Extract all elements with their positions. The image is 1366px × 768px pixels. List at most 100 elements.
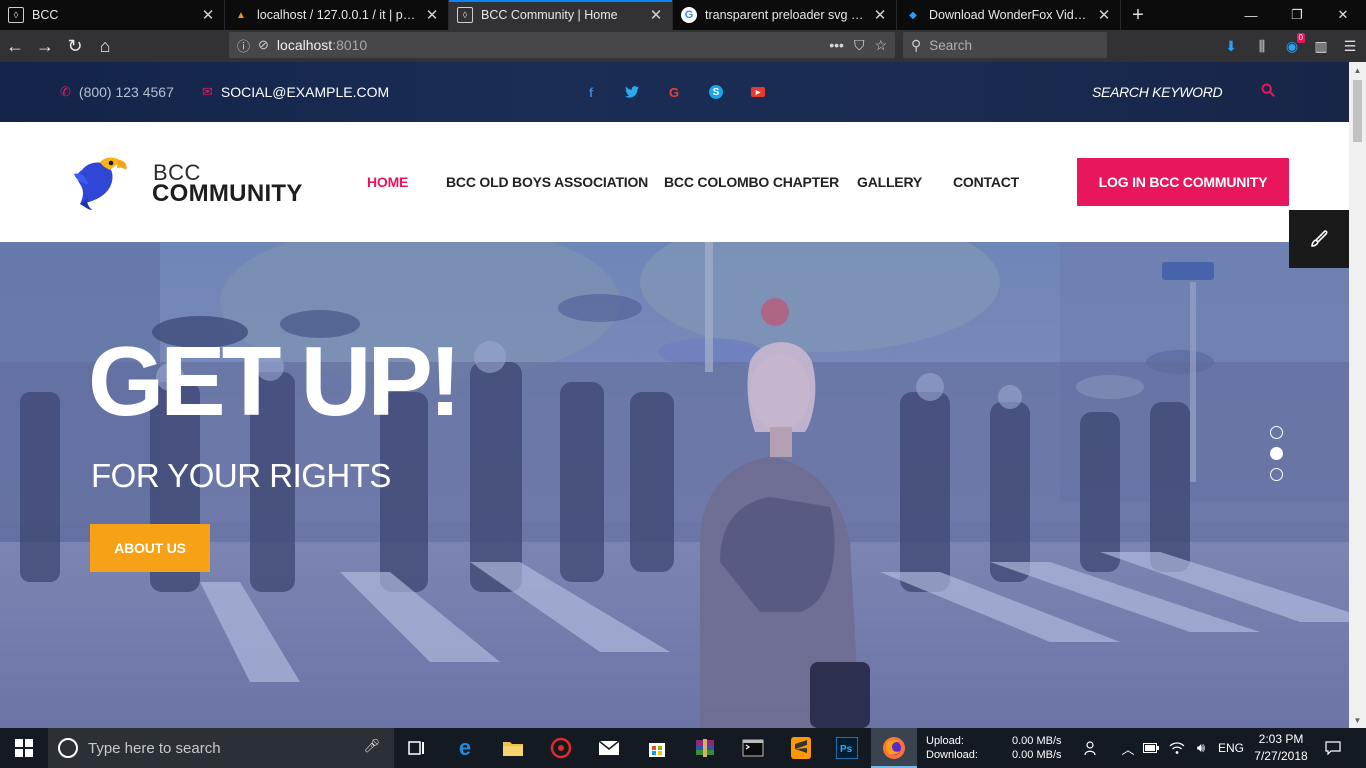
taskbar-search-placeholder: Type here to search xyxy=(88,739,221,757)
nav-colombo-chapter[interactable]: BCC COLOMBO CHAPTER xyxy=(664,122,839,242)
close-tab-icon[interactable]: ✕ xyxy=(1096,6,1112,24)
phone-contact[interactable]: ✆ (800) 123 4567 xyxy=(60,62,174,122)
download-speed: 0.00 MB/s xyxy=(1012,749,1062,761)
action-center-icon[interactable] xyxy=(1320,728,1346,768)
tab-title: BCC Community | Home xyxy=(481,8,618,22)
style-switcher-button[interactable] xyxy=(1289,210,1349,268)
file-explorer-icon[interactable] xyxy=(490,728,536,768)
info-icon[interactable]: ⓘ xyxy=(237,36,250,55)
notification-icon[interactable]: ◉ 0 xyxy=(1278,30,1306,62)
url-host: localhost xyxy=(276,37,333,53)
nav-gallery[interactable]: GALLERY xyxy=(857,122,922,242)
facebook-icon[interactable]: f xyxy=(582,83,600,101)
search-icon: ⚲ xyxy=(911,36,922,53)
scroll-down-arrow-icon[interactable]: ▼ xyxy=(1349,712,1366,728)
close-tab-icon[interactable]: ✕ xyxy=(200,6,216,24)
page-actions-icon[interactable]: ••• xyxy=(829,37,844,53)
browser-tab[interactable]: G transparent preloader svg gif free ✕ xyxy=(673,0,897,30)
minimize-window-button[interactable]: — xyxy=(1228,0,1274,30)
skype-icon[interactable]: S xyxy=(707,83,725,101)
hero-slider: GET UP! FOR YOUR RIGHTS ABOUT US xyxy=(0,242,1349,728)
bookmark-star-icon[interactable]: ☆ xyxy=(874,37,887,54)
clock-time[interactable]: 2:03 PM xyxy=(1253,732,1309,746)
nav-old-boys-association[interactable]: BCC OLD BOYS ASSOCIATION xyxy=(446,122,648,242)
email-contact[interactable]: ✉ SOCIAL@EXAMPLE.COM xyxy=(202,62,389,122)
search-keyword-input[interactable]: SEARCH KEYWORD xyxy=(1092,62,1223,122)
google-plus-icon[interactable]: G xyxy=(665,83,683,101)
back-button[interactable]: ← xyxy=(0,31,30,61)
search-placeholder: Search xyxy=(929,37,973,53)
wonderfox-icon: ◆ xyxy=(909,9,917,21)
twitter-icon[interactable] xyxy=(623,83,641,101)
slider-dot-2[interactable] xyxy=(1270,447,1283,460)
slider-dot-1[interactable] xyxy=(1270,426,1283,439)
forward-button[interactable]: → xyxy=(30,31,60,61)
brand-name-bottom[interactable]: COMMUNITY xyxy=(152,180,303,208)
volume-icon[interactable]: 🔊︎ xyxy=(1190,728,1212,768)
login-button[interactable]: LOG IN BCC COMMUNITY xyxy=(1077,158,1289,206)
cortana-icon xyxy=(58,738,78,758)
browser-tab-active[interactable]: ◊ BCC Community | Home ✕ xyxy=(449,0,673,30)
edge-icon[interactable]: e xyxy=(442,728,488,768)
wifi-icon[interactable] xyxy=(1166,728,1188,768)
firefox-icon[interactable] xyxy=(871,728,917,768)
store-icon[interactable] xyxy=(634,728,680,768)
home-button[interactable]: ⌂ xyxy=(90,31,120,61)
close-window-button[interactable]: ✕ xyxy=(1320,0,1366,30)
menu-icon[interactable]: ☰ xyxy=(1336,30,1364,62)
search-bar[interactable]: ⚲ Search xyxy=(903,32,1107,58)
new-tab-button[interactable]: + xyxy=(1121,0,1155,30)
library-icon[interactable]: ⫼ xyxy=(1248,30,1276,62)
parrot-logo-icon[interactable] xyxy=(70,152,130,212)
restore-window-button[interactable]: ❐ xyxy=(1274,0,1320,30)
download-icon[interactable]: ⬇ xyxy=(1217,30,1245,62)
people-icon[interactable] xyxy=(1080,728,1104,768)
clock-date[interactable]: 7/27/2018 xyxy=(1253,749,1309,763)
windows-logo-icon xyxy=(15,739,33,757)
task-view-icon[interactable] xyxy=(394,728,440,768)
youtube-icon[interactable]: ▶ xyxy=(749,83,767,101)
microphone-icon[interactable]: 🎤︎ xyxy=(363,738,380,754)
close-tab-icon[interactable]: ✕ xyxy=(648,6,664,24)
taskbar-search-box[interactable]: Type here to search 🎤︎ xyxy=(48,728,394,768)
windows-taskbar: Type here to search 🎤︎ e Ps Upload: Down… xyxy=(0,728,1366,768)
app-red-icon[interactable] xyxy=(538,728,584,768)
search-icon[interactable] xyxy=(1261,83,1279,101)
winrar-icon[interactable] xyxy=(682,728,728,768)
upload-label: Upload: xyxy=(926,735,964,747)
language-indicator[interactable]: ENG xyxy=(1216,728,1246,768)
about-us-button[interactable]: ABOUT US xyxy=(90,524,210,572)
hero-title: GET UP! xyxy=(88,326,461,436)
slider-dot-3[interactable] xyxy=(1270,468,1283,481)
phone-number: (800) 123 4567 xyxy=(78,84,174,100)
nav-contact[interactable]: CONTACT xyxy=(953,122,1019,242)
close-tab-icon[interactable]: ✕ xyxy=(424,6,440,24)
hero-subtitle: FOR YOUR RIGHTS xyxy=(91,457,391,494)
photoshop-icon[interactable]: Ps xyxy=(824,728,870,768)
mail-icon[interactable] xyxy=(586,728,632,768)
phpmyadmin-icon: ▲ xyxy=(236,9,246,21)
upload-speed: 0.00 MB/s xyxy=(1012,735,1062,747)
reload-button[interactable]: ↻ xyxy=(60,31,90,61)
nav-home[interactable]: HOME xyxy=(367,122,408,242)
url-bar[interactable]: ⓘ ⊘ localhost:8010 ••• ⛉ ☆ xyxy=(229,32,895,58)
google-icon: G xyxy=(681,7,697,23)
browser-tab[interactable]: ◊ BCC ✕ xyxy=(0,0,225,30)
scroll-up-arrow-icon[interactable]: ▲ xyxy=(1349,62,1366,78)
browser-tab-strip: ◊ BCC ✕ ▲ localhost / 127.0.0.1 / it | p… xyxy=(0,0,1366,30)
show-hidden-icons-icon[interactable]: ︿ xyxy=(1118,728,1138,768)
scrollbar-thumb[interactable] xyxy=(1353,80,1362,142)
tab-title: transparent preloader svg gif free xyxy=(705,8,866,22)
tab-title: localhost / 127.0.0.1 / it | phpMyAdmin xyxy=(257,8,418,22)
close-tab-icon[interactable]: ✕ xyxy=(872,6,888,24)
terminal-icon[interactable] xyxy=(730,728,776,768)
browser-tab[interactable]: ▲ localhost / 127.0.0.1 / it | phpMyAdmi… xyxy=(225,0,449,30)
battery-icon[interactable] xyxy=(1140,728,1162,768)
sidebar-icon[interactable]: ▥ xyxy=(1307,30,1335,62)
sublime-text-icon[interactable] xyxy=(778,728,824,768)
browser-tab[interactable]: ◆ Download WonderFox Video to ✕ xyxy=(897,0,1121,30)
start-button[interactable] xyxy=(0,728,48,768)
page-scrollbar[interactable]: ▲ ▼ xyxy=(1349,62,1366,728)
tracking-protection-icon[interactable]: ⊘ xyxy=(258,37,269,53)
pocket-icon[interactable]: ⛉ xyxy=(854,37,865,54)
